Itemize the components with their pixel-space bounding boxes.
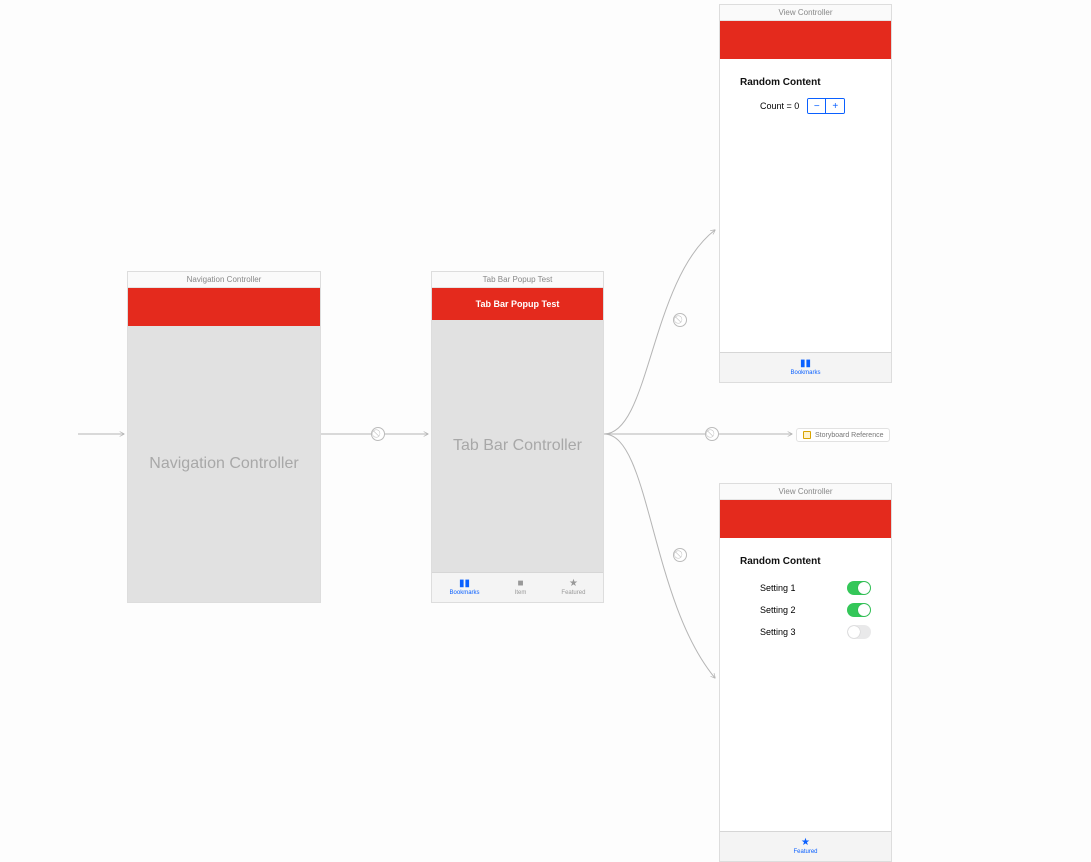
tab-item-bookmarks[interactable]: ▮▮ Bookmarks xyxy=(790,359,820,376)
count-row: Count = 0 − + xyxy=(760,98,845,114)
tab-label: Featured xyxy=(793,849,817,855)
scene-title: View Controller xyxy=(720,5,891,21)
setting-switch-2[interactable] xyxy=(847,603,871,617)
tab-label: Featured xyxy=(561,590,585,596)
scene-navigation-controller[interactable]: Navigation Controller Navigation Control… xyxy=(127,271,321,603)
navigation-bar xyxy=(720,21,891,59)
tab-label: Bookmarks xyxy=(450,590,480,596)
scene-body: Navigation Controller xyxy=(128,326,320,602)
placeholder-label: Navigation Controller xyxy=(149,455,298,473)
scene-tab-bar-controller[interactable]: Tab Bar Popup Test Tab Bar Popup Test Ta… xyxy=(431,271,604,603)
scene-title: Navigation Controller xyxy=(128,272,320,288)
scene-view-controller-featured[interactable]: View Controller Random Content Setting 1… xyxy=(719,483,892,862)
tab-label: Bookmarks xyxy=(790,370,820,376)
placeholder-label: Tab Bar Controller xyxy=(453,437,582,455)
count-stepper[interactable]: − + xyxy=(807,98,845,114)
setting-switch-1[interactable] xyxy=(847,581,871,595)
square-icon: ■ xyxy=(517,579,523,589)
tab-item-bookmarks[interactable]: ▮▮ Bookmarks xyxy=(450,579,480,596)
tab-bar: ★ Featured xyxy=(720,831,891,861)
segue-badge[interactable]: ⃠ xyxy=(673,548,687,562)
star-icon: ★ xyxy=(569,579,578,589)
stepper-minus-icon[interactable]: − xyxy=(808,99,826,113)
setting-row-3: Setting 3 xyxy=(720,621,891,643)
segue-badge[interactable]: ⃠ xyxy=(673,313,687,327)
switch-knob xyxy=(858,582,870,594)
setting-label: Setting 1 xyxy=(760,583,796,593)
storyboard-reference[interactable]: Storyboard Reference xyxy=(796,428,890,442)
storyboard-icon xyxy=(803,431,811,439)
scene-body: Random Content Setting 1 Setting 2 Setti… xyxy=(720,538,891,831)
setting-row-2: Setting 2 xyxy=(720,599,891,621)
tab-item-featured[interactable]: ★ Featured xyxy=(561,579,585,596)
scene-title: View Controller xyxy=(720,484,891,500)
scene-title: Tab Bar Popup Test xyxy=(432,272,603,288)
nav-title: Tab Bar Popup Test xyxy=(476,299,560,309)
scene-body: Tab Bar Controller xyxy=(432,320,603,572)
scene-view-controller-bookmarks[interactable]: View Controller Random Content Count = 0… xyxy=(719,4,892,383)
count-label: Count = 0 xyxy=(760,101,799,111)
switch-knob xyxy=(858,604,870,616)
tab-label: Item xyxy=(515,590,527,596)
tab-item-featured[interactable]: ★ Featured xyxy=(793,838,817,855)
stepper-plus-icon[interactable]: + xyxy=(826,99,844,113)
star-icon: ★ xyxy=(801,838,810,848)
setting-label: Setting 2 xyxy=(760,605,796,615)
scene-body: Random Content Count = 0 − + xyxy=(720,59,891,352)
content-heading: Random Content xyxy=(740,556,821,567)
tab-item-item[interactable]: ■ Item xyxy=(515,579,527,596)
tab-bar: ▮▮ Bookmarks ■ Item ★ Featured xyxy=(432,572,603,602)
bookmarks-icon: ▮▮ xyxy=(459,579,470,589)
segue-badge[interactable]: ⃠ xyxy=(371,427,385,441)
setting-label: Setting 3 xyxy=(760,627,796,637)
switch-knob xyxy=(848,626,860,638)
setting-row-1: Setting 1 xyxy=(720,577,891,599)
bookmarks-icon: ▮▮ xyxy=(800,359,811,369)
tab-bar: ▮▮ Bookmarks xyxy=(720,352,891,382)
storyboard-reference-label: Storyboard Reference xyxy=(815,432,883,439)
content-heading: Random Content xyxy=(740,77,821,88)
navigation-bar xyxy=(720,500,891,538)
setting-switch-3[interactable] xyxy=(847,625,871,639)
navigation-bar xyxy=(128,288,320,326)
navigation-bar: Tab Bar Popup Test xyxy=(432,288,603,320)
segue-badge[interactable]: ⃠ xyxy=(705,427,719,441)
